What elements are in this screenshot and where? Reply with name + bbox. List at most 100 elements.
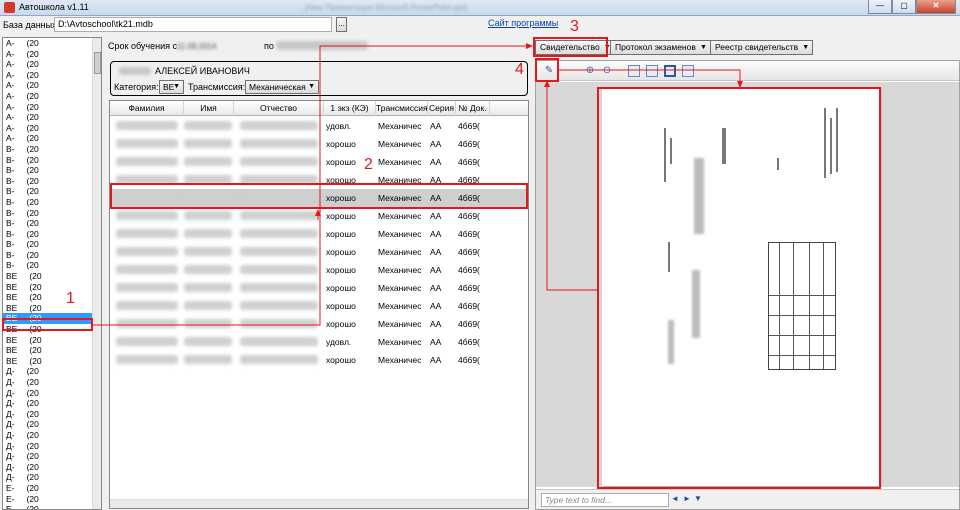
group-list-item[interactable]: Д- (20 [3, 409, 101, 420]
column-header-series[interactable]: Серия [428, 101, 456, 116]
table-row[interactable]: хорошо Механичес AA 4б69( [110, 351, 528, 369]
table-cell-doc: 4б69( [458, 139, 480, 149]
group-list-item[interactable]: A- (20 [3, 38, 101, 49]
thumbnails-icon[interactable] [682, 65, 694, 77]
table-cell-doc: 4б69( [458, 283, 480, 293]
group-list-item[interactable]: Д- (20 [3, 441, 101, 452]
redacted-cell [184, 211, 232, 220]
table-row[interactable]: хорошо Механичес AA 4б69( [110, 135, 528, 153]
column-header-patronymic[interactable]: Отчество [234, 101, 324, 116]
database-path-field[interactable]: D:\Avtoschool\tk21.mdb [54, 17, 332, 32]
find-previous-icon[interactable]: ◄ [671, 494, 679, 503]
transmission-select[interactable]: Механическая ▼ [245, 80, 319, 94]
group-list-item[interactable]: A- (20 [3, 123, 101, 134]
group-list-item[interactable]: BE (20 [3, 356, 101, 367]
group-year: (20 [26, 366, 39, 377]
group-list-item[interactable]: Д- (20 [3, 398, 101, 409]
zoom-out-icon[interactable]: ⊖ [600, 64, 614, 78]
group-list-item[interactable]: B- (20 [3, 155, 101, 166]
group-list-item[interactable]: Д- (20 [3, 462, 101, 473]
table-row[interactable]: хорошо Механичес AA 4б69( [110, 153, 528, 171]
zoom-in-icon[interactable]: ⊕ [583, 64, 597, 78]
browse-button[interactable]: ... [336, 17, 347, 32]
group-code: Д- [6, 408, 15, 419]
table-row[interactable]: хорошо Механичес AA 4б69( [110, 225, 528, 243]
column-header-name[interactable]: Имя [184, 101, 234, 116]
group-list-item[interactable]: E- (20 [3, 504, 101, 509]
callout-box-3 [533, 37, 608, 57]
group-list-item[interactable]: B- (20 [3, 144, 101, 155]
redacted-cell [240, 139, 318, 148]
group-list-item[interactable]: BE (20 [3, 345, 101, 356]
group-list-item[interactable]: BE (20 [3, 282, 101, 293]
group-list-item[interactable]: Д- (20 [3, 451, 101, 462]
group-list-item[interactable]: A- (20 [3, 70, 101, 81]
group-list-item[interactable]: E- (20 [3, 483, 101, 494]
find-options-icon[interactable]: ▼ [694, 494, 702, 503]
redacted-cell [116, 283, 178, 292]
page-width-icon[interactable] [628, 65, 640, 77]
column-header-exam[interactable]: 1 экз (КЭ) [324, 101, 376, 116]
column-header-transmission[interactable]: Трансмиссия [376, 101, 428, 116]
group-list-item[interactable]: Д- (20 [3, 366, 101, 377]
group-list-item[interactable]: B- (20 [3, 250, 101, 261]
group-list-item[interactable]: B- (20 [3, 260, 101, 271]
certificate-registry-dropdown[interactable]: Реестр свидетельств ▼ [710, 40, 814, 55]
group-list-item[interactable]: BE (20 [3, 271, 101, 282]
whole-page-icon[interactable] [664, 65, 676, 77]
category-select[interactable]: BE ▼ [159, 80, 184, 94]
table-cell-trans: Механичес [378, 301, 422, 311]
group-list-item[interactable]: A- (20 [3, 59, 101, 70]
table-row[interactable]: хорошо Механичес AA 4б69( [110, 297, 528, 315]
group-list-item[interactable]: B- (20 [3, 218, 101, 229]
group-list-item[interactable]: B- (20 [3, 239, 101, 250]
group-list-item[interactable]: B- (20 [3, 165, 101, 176]
group-list-item[interactable]: B- (20 [3, 197, 101, 208]
exam-protocol-dropdown[interactable]: Протокол экзаменов ▼ [610, 40, 711, 55]
group-list-item[interactable]: B- (20 [3, 186, 101, 197]
groups-scrollbar[interactable] [92, 38, 101, 509]
find-next-icon[interactable]: ► [683, 494, 691, 503]
table-row[interactable]: хорошо Механичес AA 4б69( [110, 207, 528, 225]
group-list-item[interactable]: A- (20 [3, 133, 101, 144]
group-list-item[interactable]: BE (20 [3, 303, 101, 314]
table-row[interactable]: хорошо Механичес AA 4б69( [110, 315, 528, 333]
group-list-item[interactable]: E- (20 [3, 494, 101, 505]
chevron-down-icon: ▼ [173, 83, 180, 90]
minimize-button[interactable]: — [868, 0, 892, 14]
group-list-item[interactable]: A- (20 [3, 112, 101, 123]
table-row[interactable]: хорошо Механичес AA 4б69( [110, 243, 528, 261]
site-link[interactable]: Сайт программы [488, 18, 558, 28]
group-list-item[interactable]: BE (20 [3, 292, 101, 303]
group-list-item[interactable]: A- (20 [3, 91, 101, 102]
group-code: A- [6, 133, 15, 144]
two-pages-icon[interactable] [646, 65, 658, 77]
close-button[interactable]: ✕ [916, 0, 956, 14]
group-list-item[interactable]: Д- (20 [3, 430, 101, 441]
certificate-registry-label: Реестр свидетельств [715, 42, 799, 52]
group-list-item[interactable]: Д- (20 [3, 377, 101, 388]
table-row[interactable]: хорошо Механичес AA 4б69( [110, 261, 528, 279]
group-year: (20 [26, 377, 39, 387]
group-list-item[interactable]: Д- (20 [3, 472, 101, 483]
group-list-item[interactable]: B- (20 [3, 229, 101, 240]
column-header-doc-number[interactable]: № Док. [456, 101, 490, 116]
table-row[interactable]: удовл. Механичес AA 4б69( [110, 333, 528, 351]
table-row[interactable]: хорошо Механичес AA 4б69( [110, 279, 528, 297]
group-list-item[interactable]: A- (20 [3, 102, 101, 113]
maximize-button[interactable]: ▢ [892, 0, 916, 14]
group-list-item[interactable]: BE (20 [3, 335, 101, 346]
redacted-cell [116, 301, 178, 310]
group-list-item[interactable]: A- (20 [3, 80, 101, 91]
students-grid[interactable]: Фамилия Имя Отчество 1 экз (КЭ) Трансмис… [109, 100, 529, 509]
grid-horizontal-scrollbar[interactable] [110, 499, 528, 508]
group-list-item[interactable]: B- (20 [3, 176, 101, 187]
group-list-item[interactable]: Д- (20 [3, 388, 101, 399]
table-row[interactable]: удовл. Механичес AA 4б69( [110, 117, 528, 135]
groups-list[interactable]: A- (20 A- (20 A- (20 A- (20 A- (20 A- (20 A- (20 A- (20… [2, 37, 102, 510]
group-list-item[interactable]: Д- (20 [3, 419, 101, 430]
find-text-input[interactable]: Type text to find... [541, 493, 669, 507]
group-list-item[interactable]: B- (20 [3, 208, 101, 219]
column-header-surname[interactable]: Фамилия [110, 101, 184, 116]
group-list-item[interactable]: A- (20 [3, 49, 101, 60]
